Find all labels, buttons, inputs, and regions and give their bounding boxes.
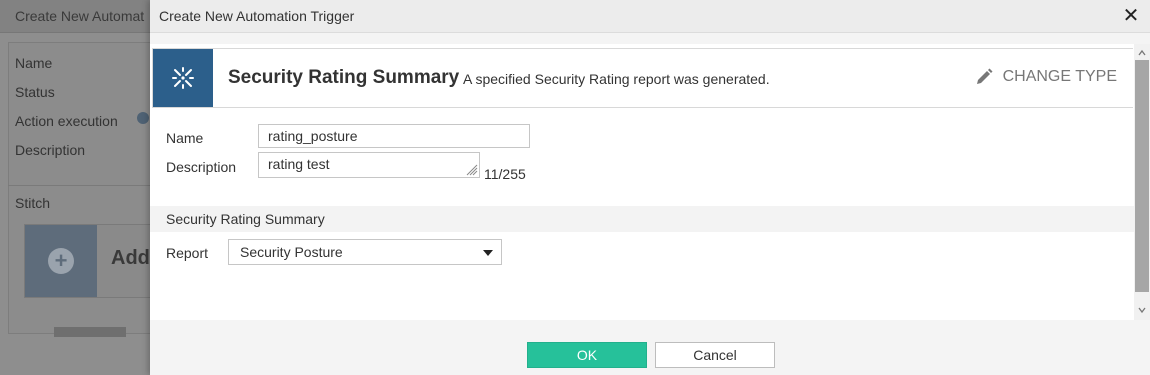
close-icon[interactable]: ✕ <box>1122 6 1140 26</box>
create-trigger-dialog: Create New Automation Trigger ✕ Security… <box>150 0 1150 375</box>
dialog-header: Create New Automation Trigger ✕ <box>150 0 1150 33</box>
section-title: Security Rating Summary <box>166 211 325 227</box>
background-field-name: Name <box>15 55 53 71</box>
change-type-button[interactable]: CHANGE TYPE <box>975 68 1117 86</box>
background-add-tile: + Add <box>24 224 156 298</box>
cancel-button[interactable]: Cancel <box>655 342 775 368</box>
dialog-footer: OK Cancel <box>150 330 1150 375</box>
dialog-body: Security Rating Summary A specified Secu… <box>150 44 1134 320</box>
report-label: Report <box>166 245 209 261</box>
ok-button[interactable]: OK <box>527 342 647 368</box>
name-label: Name <box>166 130 204 146</box>
scroll-down-icon[interactable] <box>1138 306 1146 314</box>
background-section-stitch: Stitch <box>15 195 51 211</box>
report-select[interactable]: Security Posture <box>228 239 502 265</box>
background-field-action-execution: Action execution <box>15 113 118 129</box>
trigger-type-banner: Security Rating Summary A specified Secu… <box>152 48 1133 108</box>
background-title: Create New Automat <box>15 8 145 24</box>
change-type-label: CHANGE TYPE <box>1002 68 1117 85</box>
background-field-description: Description <box>15 142 86 158</box>
dialog-title: Create New Automation Trigger <box>159 8 355 24</box>
background-bar <box>54 327 126 337</box>
background-field-status: Status <box>15 84 55 100</box>
report-select-value: Security Posture <box>240 244 343 260</box>
plus-icon: + <box>48 248 74 274</box>
scroll-up-icon[interactable] <box>1138 49 1146 57</box>
background-add-label: Add <box>111 247 150 269</box>
section-header: Security Rating Summary <box>150 206 1134 232</box>
scrollbar-thumb[interactable] <box>1135 60 1149 292</box>
dialog-scrollbar[interactable] <box>1134 44 1150 320</box>
security-rating-icon <box>153 49 213 107</box>
background-add-icon-box: + <box>25 225 97 297</box>
trigger-type-description: A specified Security Rating report was g… <box>463 71 770 87</box>
info-icon <box>137 112 149 124</box>
trigger-type-name: Security Rating Summary <box>228 67 460 88</box>
background-divider <box>8 185 168 186</box>
name-input[interactable] <box>258 124 530 148</box>
description-label: Description <box>166 159 237 175</box>
description-char-count: 11/255 <box>484 166 526 182</box>
caret-down-icon <box>483 250 493 256</box>
pencil-icon <box>976 68 993 84</box>
description-textarea[interactable]: rating test <box>258 152 480 178</box>
description-value: rating test <box>268 156 330 172</box>
resize-grip-icon[interactable] <box>464 162 478 176</box>
